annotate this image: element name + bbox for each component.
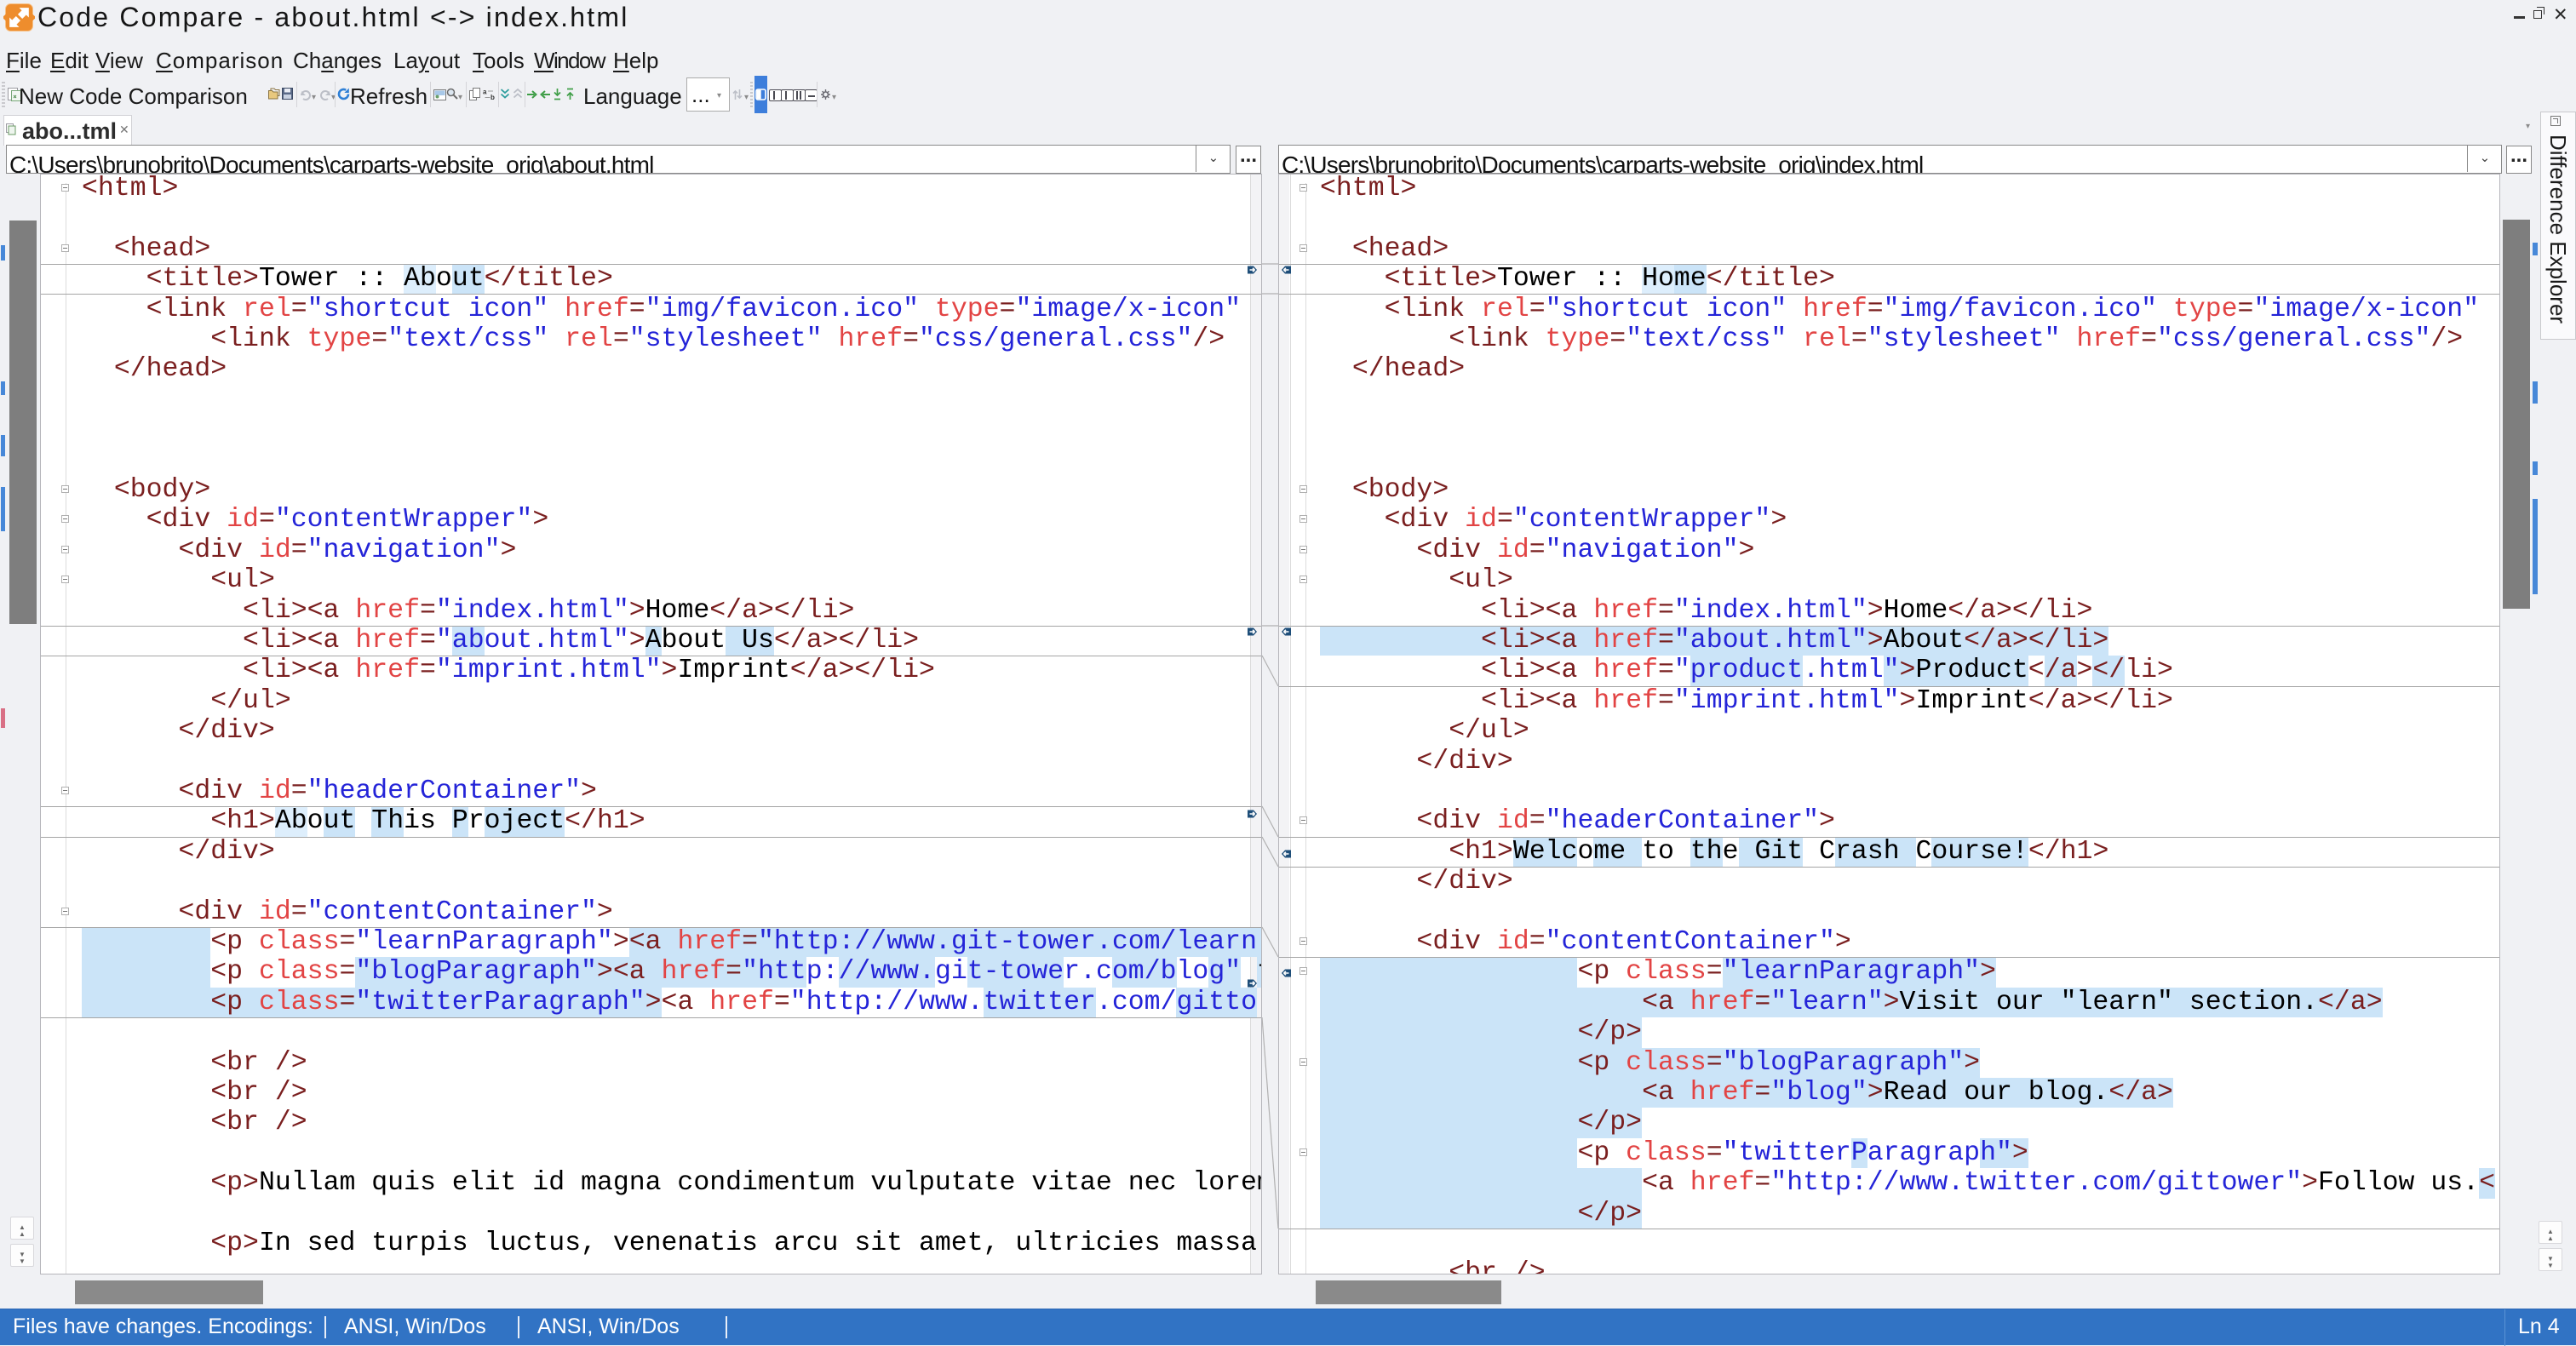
svg-text:a: a bbox=[483, 89, 487, 96]
svg-text:b: b bbox=[491, 94, 495, 100]
